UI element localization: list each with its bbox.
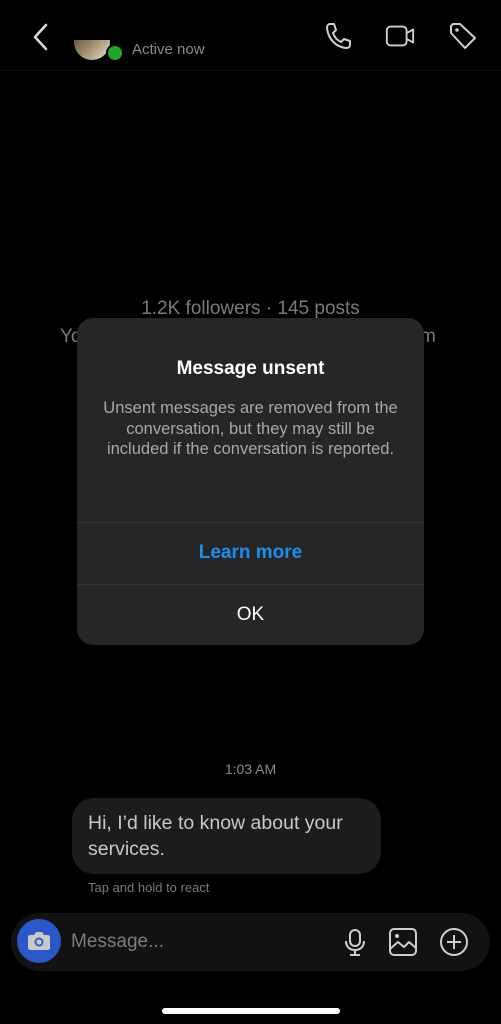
dialog-title: Message unsent (176, 358, 325, 379)
dialog-body: Unsent messages are removed from the con… (103, 399, 398, 458)
divider (77, 584, 424, 585)
message-unsent-dialog: Message unsent Unsent messages are remov… (77, 318, 424, 645)
divider (77, 522, 424, 523)
modal-overlay: Message unsent Unsent messages are remov… (0, 0, 501, 1024)
ok-button[interactable]: OK (77, 604, 424, 626)
learn-more-button[interactable]: Learn more (77, 542, 424, 564)
